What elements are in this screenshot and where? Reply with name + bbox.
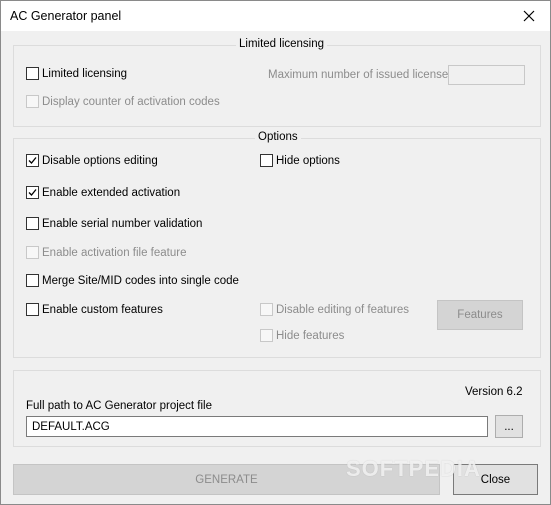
checkmark-icon bbox=[28, 157, 37, 164]
checkbox-box[interactable] bbox=[26, 246, 39, 259]
checkbox-box[interactable] bbox=[26, 274, 39, 287]
limited-licensing-group: Limited licensing bbox=[13, 38, 541, 127]
checkbox-box[interactable] bbox=[260, 154, 273, 167]
max-licenses-label: Maximum number of issued licenses: bbox=[268, 69, 458, 81]
checkbox-box[interactable] bbox=[26, 67, 39, 80]
enable-extended-activation-label: Enable extended activation bbox=[42, 186, 181, 199]
hide-options-checkbox[interactable]: Hide options bbox=[260, 154, 340, 167]
enable-custom-features-checkbox[interactable]: Enable custom features bbox=[26, 303, 163, 316]
checkbox-box[interactable] bbox=[26, 186, 39, 199]
checkbox-box[interactable] bbox=[26, 95, 39, 108]
version-label: Version 6.2 bbox=[465, 386, 523, 398]
enable-serial-validation-checkbox[interactable]: Enable serial number validation bbox=[26, 217, 202, 230]
checkmark-icon bbox=[28, 189, 37, 196]
disable-editing-features-checkbox[interactable]: Disable editing of features bbox=[260, 303, 409, 316]
hide-features-label: Hide features bbox=[276, 329, 345, 342]
hide-features-checkbox[interactable]: Hide features bbox=[260, 329, 344, 342]
title-bar: AC Generator panel bbox=[1, 1, 550, 31]
merge-codes-label: Merge Site/MID codes into single code bbox=[42, 274, 239, 287]
max-licenses-input[interactable] bbox=[448, 65, 525, 85]
window-title: AC Generator panel bbox=[10, 9, 122, 23]
enable-activation-file-checkbox[interactable]: Enable activation file feature bbox=[26, 246, 186, 259]
enable-custom-features-label: Enable custom features bbox=[42, 303, 163, 316]
checkbox-box[interactable] bbox=[260, 303, 273, 316]
display-counter-checkbox[interactable]: Display counter of activation codes bbox=[26, 95, 220, 108]
checkbox-box[interactable] bbox=[260, 329, 273, 342]
enable-extended-activation-checkbox[interactable]: Enable extended activation bbox=[26, 186, 180, 199]
limited-licensing-group-title: Limited licensing bbox=[236, 38, 328, 50]
disable-options-editing-checkbox[interactable]: Disable options editing bbox=[26, 154, 158, 167]
limited-licensing-checkbox[interactable]: Limited licensing bbox=[26, 67, 127, 80]
project-path-input[interactable]: DEFAULT.ACG bbox=[26, 416, 488, 437]
close-icon[interactable] bbox=[514, 3, 544, 29]
enable-activation-file-label: Enable activation file feature bbox=[42, 246, 187, 259]
checkbox-box[interactable] bbox=[26, 217, 39, 230]
features-button[interactable]: Features bbox=[437, 300, 523, 330]
checkbox-box[interactable] bbox=[26, 303, 39, 316]
merge-codes-checkbox[interactable]: Merge Site/MID codes into single code bbox=[26, 274, 239, 287]
ac-generator-window: AC Generator panel Limited licensing Lim… bbox=[0, 0, 551, 505]
disable-options-editing-label: Disable options editing bbox=[42, 154, 158, 167]
checkbox-box[interactable] bbox=[26, 154, 39, 167]
hide-options-label: Hide options bbox=[276, 154, 340, 167]
display-counter-label: Display counter of activation codes bbox=[42, 95, 220, 108]
disable-editing-features-label: Disable editing of features bbox=[276, 303, 409, 316]
limited-licensing-label: Limited licensing bbox=[42, 67, 128, 80]
project-path-label: Full path to AC Generator project file bbox=[26, 400, 213, 412]
enable-serial-validation-label: Enable serial number validation bbox=[42, 217, 203, 230]
options-group-title: Options bbox=[255, 131, 301, 143]
softpedia-watermark: SOFTPEDIA bbox=[346, 456, 481, 481]
browse-button[interactable]: ... bbox=[495, 415, 523, 438]
